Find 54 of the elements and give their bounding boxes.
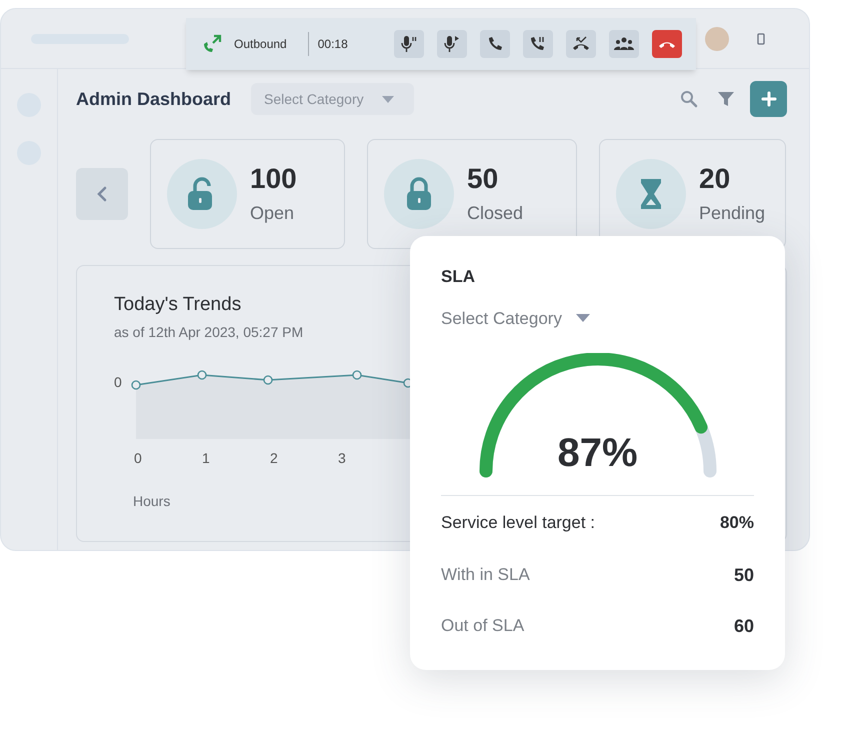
mute-button[interactable] [394,30,424,58]
search-icon[interactable] [680,90,698,108]
record-button[interactable] [437,30,467,58]
plus-icon [760,91,776,107]
card-title: SLA [441,266,475,288]
metric-label: With in SLA [441,564,530,586]
filter-icon[interactable] [718,91,734,107]
axis-label: 2 [270,450,278,466]
add-button[interactable] [750,81,787,117]
stat-label: Open [250,202,296,225]
stat-value: 100 [250,162,297,196]
category-select[interactable]: Select Category [441,306,590,331]
card-subtitle: as of 12th Apr 2023, 05:27 PM [114,323,304,342]
group-icon [614,37,634,51]
stat-label: Closed [467,202,524,224]
transfer-button[interactable] [566,30,596,58]
stat-card[interactable]: 100 Open [150,139,345,249]
data-point [352,370,362,380]
end-call-button[interactable] [652,30,682,58]
stat-value: 20 [699,162,732,196]
dropdown-caret-icon [382,96,394,102]
axis-label: 0 [114,373,123,392]
metric-value: 50 [734,564,754,586]
data-point [197,370,207,380]
axis-label: 3 [338,450,346,466]
hold-button[interactable] [523,30,553,58]
axis-label: 0 [134,450,142,466]
stat-label: Pending [699,202,766,225]
dropdown-caret-icon [576,314,590,322]
metric-value: 60 [734,614,754,638]
microphone-play-icon [443,35,461,53]
metric-label: Out of SLA [441,615,524,638]
phone-icon [487,36,503,52]
microphone-pause-icon [400,35,418,53]
call-direction: Outbound [234,36,287,53]
gauge-reading: 87% [557,430,638,477]
card-title: Today's Trends [114,293,242,317]
device-icon[interactable] [757,32,765,44]
phone-pause-icon [529,36,547,52]
page-title: Admin Dashboard [76,88,232,110]
stat-value: 50 [467,162,500,196]
conference-button[interactable] [609,30,639,58]
data-point [131,380,141,390]
target-label: Service level target : [441,512,596,534]
data-point [263,375,273,385]
target-value: 80% [720,512,754,534]
hourglass-icon [639,177,663,211]
call-button[interactable] [480,30,510,58]
call-transfer-icon [572,36,590,52]
axis-title: Hours [133,492,170,511]
chevron-left-icon [97,186,107,202]
padlock-icon [404,177,434,211]
call-timer: 00:18 [318,36,348,53]
axis-label: 1 [202,450,210,466]
